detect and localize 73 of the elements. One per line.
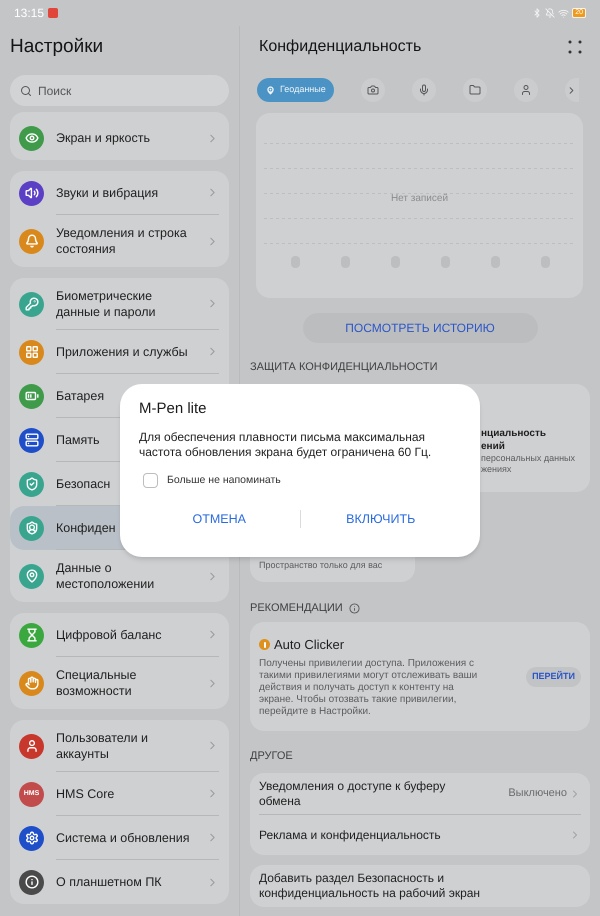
settings-item[interactable]: Приложения и службы <box>10 330 229 374</box>
item-label: Экран и яркость <box>56 130 150 146</box>
item-label: Биометрические данные и пароли <box>56 288 157 320</box>
go-button[interactable]: ПЕРЕЙТИ <box>526 666 581 686</box>
recommendation-card[interactable] <box>250 622 590 731</box>
item-label: Цифровой баланс <box>56 626 162 642</box>
item-label: Конфиден <box>56 520 116 536</box>
settings-row[interactable]: Реклама и конфиденциальность <box>259 815 581 855</box>
card-text: жениях <box>481 464 512 475</box>
card-text: персональных данных <box>481 453 576 464</box>
row-label: Уведомления о доступе к буферу обмена <box>259 778 446 808</box>
empty-message: Нет записей <box>390 192 448 206</box>
folder-tab[interactable] <box>462 78 487 102</box>
section-header: ДРУГОЕ <box>250 749 294 763</box>
item-label: Приложения и службы <box>56 344 188 360</box>
item-label: Безопасн <box>56 476 110 492</box>
dialog-button[interactable]: ВКЛЮЧИТЬ <box>300 507 461 532</box>
settings-item[interactable]: Данные о местоположении <box>10 550 229 602</box>
checkbox[interactable] <box>143 472 158 488</box>
card-title: ений <box>481 440 506 453</box>
item-label: Система и обновления <box>56 830 190 846</box>
info-icon[interactable] <box>348 602 360 614</box>
settings-item[interactable]: Звуки и вибрация <box>10 171 229 215</box>
bluetooth-icon <box>532 8 542 18</box>
row-value: Выключено <box>508 786 567 802</box>
settings-item[interactable]: Экран и яркость <box>10 116 229 160</box>
wifi-icon <box>558 8 570 18</box>
item-label: HMS Core <box>56 786 114 802</box>
shortcut-card[interactable]: Добавить раздел Безопасность и конфиденциальность на рабочий экран <box>250 865 590 907</box>
page-title: Настройки <box>10 35 104 59</box>
item-label: Память <box>56 432 100 448</box>
card-text: Пространство только для вас <box>259 558 382 572</box>
mute-icon <box>545 8 556 18</box>
more-icon[interactable] <box>568 40 582 54</box>
settings-item[interactable]: Специальные возможности <box>10 657 229 709</box>
checkbox-label: Больше не напоминать <box>167 472 281 488</box>
contact-tab[interactable] <box>514 78 538 102</box>
item-label: Звуки и вибрация <box>56 184 158 200</box>
settings-item[interactable]: Система и обновления <box>10 816 229 860</box>
search-icon <box>20 85 32 97</box>
shortcut-label: Добавить раздел Безопасность и конфиденциальность на рабочий экран <box>259 871 482 901</box>
item-label: О планшетном ПК <box>56 874 162 890</box>
settings-item[interactable]: Биометрические данные и пароли <box>10 278 229 330</box>
search-field[interactable]: Поиск <box>10 75 229 106</box>
mic-tab[interactable] <box>412 78 436 102</box>
next-tab-button[interactable] <box>564 78 579 102</box>
person-icon <box>520 84 532 96</box>
camera-tab[interactable] <box>360 78 385 102</box>
warning-icon <box>259 639 270 650</box>
item-label: Уведомления и строка состояния <box>56 225 188 257</box>
settings-item[interactable]: Цифровой баланс <box>10 613 229 657</box>
recommendation-text: Получены привилегии доступа. Приложения с такими привилегиями могут отслеживать ваши действия и получать доступ к контенту на экране. Чтобы отозвать такие привилегии, перейдите в Настройки. <box>259 658 478 718</box>
notification-icon <box>48 8 58 18</box>
app-name: Auto Clicker <box>274 636 344 654</box>
camera-icon <box>366 84 379 96</box>
status-time: 13:15 <box>14 5 44 22</box>
settings-row[interactable]: Уведомления о доступе к буферу обмена Выключено <box>259 773 581 815</box>
section-header: РЕКОМЕНДАЦИИ <box>250 600 343 616</box>
item-label: Батарея <box>56 388 104 404</box>
dialog-title: M-Pen lite <box>139 399 208 419</box>
pin-icon <box>265 84 276 96</box>
folder-icon <box>468 84 481 96</box>
row-label: Реклама и конфиденциальность <box>259 828 442 842</box>
card-title: нциальность <box>481 427 548 440</box>
settings-item[interactable]: О планшетном ПК <box>10 860 229 904</box>
item-label: Специальные возможности <box>56 667 138 699</box>
section-header: ЗАЩИТА КОНФИДЕНЦИАЛЬНОСТИ <box>250 360 438 374</box>
panel-title: Конфиденциальность <box>259 37 422 57</box>
settings-item[interactable]: Уведомления и строка состояния <box>10 215 229 267</box>
microphone-icon <box>418 84 430 96</box>
settings-item[interactable]: Пользователи и аккаунты <box>10 720 229 772</box>
item-label: Пользователи и аккаунты <box>56 730 150 762</box>
item-label: Данные о местоположении <box>56 560 156 592</box>
